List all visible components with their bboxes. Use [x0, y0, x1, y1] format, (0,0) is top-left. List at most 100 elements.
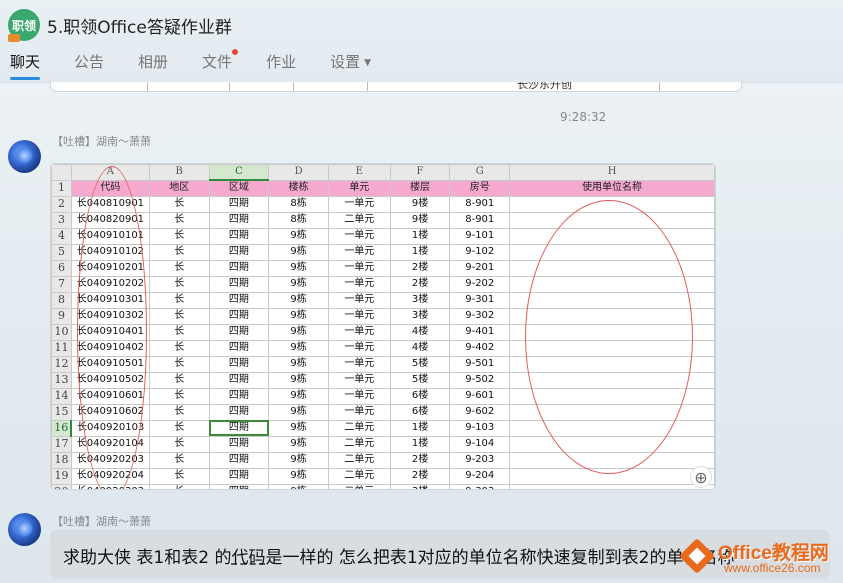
sheet-cell[interactable]: 9-104 — [449, 435, 511, 453]
sheet-cell[interactable] — [509, 291, 715, 309]
sheet-cell[interactable]: 9-201 — [449, 259, 511, 277]
previous-image-message[interactable]: 长沙东开创 — [50, 82, 742, 92]
sheet-cell[interactable]: 长040910302 — [70, 307, 150, 325]
sheet-cell[interactable]: 6楼 — [389, 403, 451, 421]
sheet-cell[interactable]: 一单元 — [327, 259, 391, 277]
sheet-cell[interactable] — [509, 419, 715, 437]
sheet-cell[interactable]: 3楼 — [389, 307, 451, 325]
sheet-cell[interactable] — [509, 195, 715, 213]
sheet-cell[interactable]: 长040910201 — [70, 259, 150, 277]
sheet-cell[interactable]: 二单元 — [327, 419, 391, 437]
sheet-cell[interactable]: 长040910101 — [70, 227, 150, 245]
tab-settings[interactable]: 设置 ▼ — [330, 52, 371, 80]
sheet-cell[interactable]: 四期 — [208, 195, 270, 213]
sheet-cell[interactable]: 一单元 — [327, 403, 391, 421]
column-header[interactable]: G — [449, 164, 511, 181]
zoom-in-icon[interactable]: ⊕ — [690, 466, 712, 488]
sheet-cell[interactable]: 2楼 — [389, 451, 451, 469]
sheet-cell[interactable]: 9栋 — [268, 339, 329, 357]
sheet-cell[interactable]: 长040910402 — [70, 339, 150, 357]
sheet-cell[interactable]: 9-202 — [449, 275, 511, 293]
sheet-cell[interactable]: 长040920104 — [70, 435, 150, 453]
row-header[interactable]: 19 — [51, 467, 72, 485]
sheet-cell[interactable]: 长 — [148, 243, 210, 261]
sheet-cell[interactable]: 四期 — [208, 419, 270, 437]
sheet-cell[interactable]: 长040910501 — [70, 355, 150, 373]
sheet-cell[interactable]: 1楼 — [389, 227, 451, 245]
sheet-cell[interactable] — [509, 259, 715, 277]
sheet-cell[interactable]: 长 — [148, 195, 210, 213]
sheet-cell[interactable]: 9栋 — [268, 259, 329, 277]
sheet-cell[interactable]: 长 — [148, 419, 210, 437]
sheet-cell[interactable]: 3楼 — [389, 291, 451, 309]
sheet-corner[interactable] — [51, 164, 72, 181]
row-header[interactable]: 6 — [51, 259, 72, 277]
row-header[interactable]: 15 — [51, 403, 72, 421]
sheet-cell[interactable]: 二单元 — [327, 211, 391, 229]
sheet-cell[interactable]: 8-901 — [449, 211, 511, 229]
sheet-cell[interactable]: 9栋 — [268, 483, 329, 489]
sheet-cell[interactable]: 9栋 — [268, 387, 329, 405]
sheet-cell[interactable]: 长040820901 — [70, 211, 150, 229]
sheet-cell[interactable]: 1楼 — [389, 419, 451, 437]
sheet-cell[interactable]: 长 — [148, 339, 210, 357]
sheet-cell[interactable]: 长040910502 — [70, 371, 150, 389]
sheet-cell[interactable]: 9栋 — [268, 355, 329, 373]
sheet-cell[interactable]: 长040810901 — [70, 195, 150, 213]
sheet-cell[interactable]: 9栋 — [268, 243, 329, 261]
header-cell[interactable]: 单元 — [327, 179, 391, 197]
sheet-cell[interactable]: 9栋 — [268, 307, 329, 325]
sheet-cell[interactable]: 一单元 — [327, 275, 391, 293]
column-header[interactable]: F — [389, 164, 451, 181]
row-header[interactable]: 18 — [51, 451, 72, 469]
sheet-cell[interactable]: 四期 — [208, 371, 270, 389]
sheet-cell[interactable]: 长 — [148, 275, 210, 293]
sheet-cell[interactable]: 长040910102 — [70, 243, 150, 261]
sheet-cell[interactable]: 长 — [148, 403, 210, 421]
sender-avatar[interactable] — [8, 140, 41, 173]
row-header[interactable]: 4 — [51, 227, 72, 245]
sheet-cell[interactable]: 9栋 — [268, 275, 329, 293]
sheet-cell[interactable]: 9楼 — [389, 195, 451, 213]
sheet-cell[interactable]: 长040910301 — [70, 291, 150, 309]
sheet-cell[interactable] — [509, 451, 715, 469]
sheet-cell[interactable]: 长 — [148, 307, 210, 325]
column-header[interactable]: E — [327, 164, 391, 181]
tab-album[interactable]: 相册 — [138, 52, 168, 80]
sheet-cell[interactable]: 四期 — [208, 339, 270, 357]
sheet-cell[interactable]: 四期 — [208, 387, 270, 405]
sheet-cell[interactable]: 9-103 — [449, 419, 511, 437]
sheet-cell[interactable]: 四期 — [208, 291, 270, 309]
sheet-cell[interactable]: 9-203 — [449, 451, 511, 469]
sheet-cell[interactable]: 5楼 — [389, 371, 451, 389]
sheet-cell[interactable] — [509, 211, 715, 229]
sheet-cell[interactable]: 四期 — [208, 467, 270, 485]
row-header[interactable]: 16 — [51, 419, 73, 437]
sheet-cell[interactable]: 一单元 — [327, 371, 391, 389]
sheet-cell[interactable]: 长040910401 — [70, 323, 150, 341]
group-avatar[interactable]: 职领 — [8, 9, 40, 42]
sheet-cell[interactable] — [509, 483, 715, 489]
sheet-cell[interactable]: 9栋 — [268, 323, 329, 341]
sheet-cell[interactable]: 9栋 — [268, 419, 329, 437]
sheet-cell[interactable]: 长040910202 — [70, 275, 150, 293]
sheet-cell[interactable]: 二单元 — [327, 467, 391, 485]
tab-homework[interactable]: 作业 — [266, 52, 296, 80]
sheet-cell[interactable]: 四期 — [208, 211, 270, 229]
row-header[interactable]: 2 — [51, 195, 72, 213]
sheet-cell[interactable]: 长 — [148, 435, 210, 453]
sheet-cell[interactable] — [509, 227, 715, 245]
row-header[interactable]: 8 — [51, 291, 72, 309]
tab-files[interactable]: 文件 — [202, 49, 239, 80]
sheet-cell[interactable]: 9栋 — [268, 451, 329, 469]
sheet-cell[interactable]: 4楼 — [389, 323, 451, 341]
sheet-cell[interactable] — [509, 323, 715, 341]
sender-avatar[interactable] — [8, 513, 41, 546]
sheet-cell[interactable]: 长040920103 — [70, 419, 150, 437]
row-header[interactable]: 17 — [51, 435, 72, 453]
sheet-cell[interactable]: 长 — [148, 323, 210, 341]
sheet-cell[interactable]: 8栋 — [268, 211, 329, 229]
sheet-cell[interactable]: 二单元 — [327, 451, 391, 469]
sheet-cell[interactable]: 一单元 — [327, 291, 391, 309]
sheet-cell[interactable]: 9-601 — [449, 387, 511, 405]
